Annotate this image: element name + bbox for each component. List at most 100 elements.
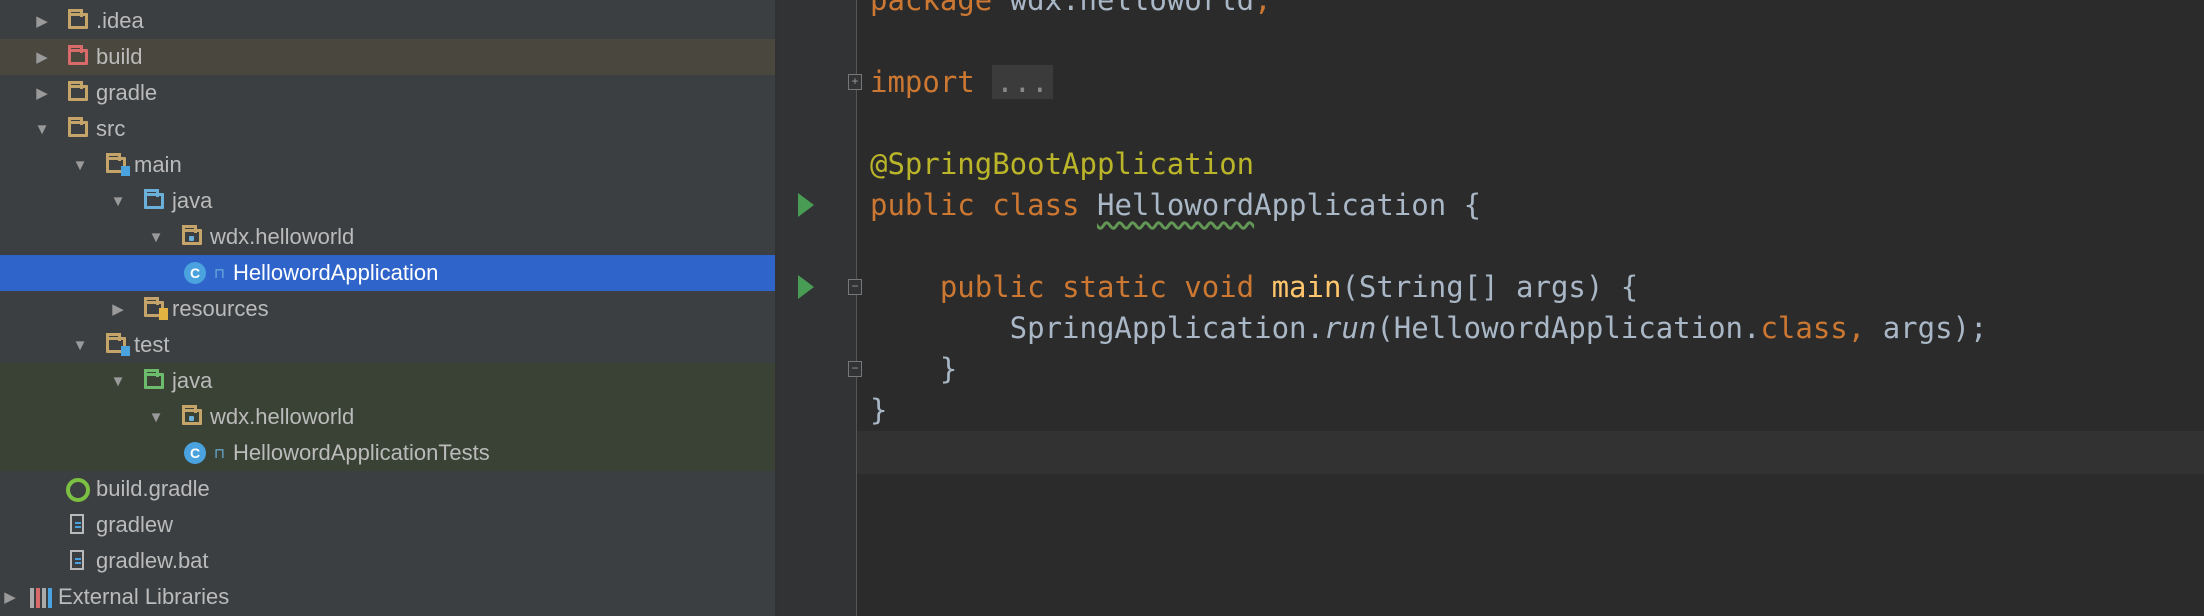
code-token: (HellowordApplication. [1376, 311, 1761, 345]
package-icon [180, 405, 206, 429]
tree-item[interactable]: ▼ src [0, 111, 775, 147]
tree-item-label: test [134, 332, 170, 357]
tree-item[interactable]: ▼ wdx.helloworld [0, 219, 775, 255]
code-token: class [1760, 311, 1848, 345]
folder-icon [66, 81, 92, 105]
class-icon: C [184, 441, 210, 465]
folder-source-icon [142, 189, 168, 213]
code-token: , [1847, 311, 1883, 345]
tree-item[interactable]: ▶ External Libraries [0, 579, 775, 615]
class-icon: C [184, 261, 210, 285]
tree-item[interactable]: gradlew.bat [0, 543, 775, 579]
code-token: import [870, 65, 993, 99]
tree-item[interactable]: ▼ java [0, 363, 775, 399]
tree-item[interactable]: build.gradle [0, 471, 775, 507]
code-token: Helloword [1096, 188, 1255, 222]
tree-item-label: gradle [96, 80, 158, 105]
tree-item-label: External Libraries [58, 584, 230, 609]
code-token: void [1184, 270, 1272, 304]
code-token: main [1271, 270, 1342, 304]
code-token: args); [1882, 311, 1988, 345]
project-tree-panel: ▶ .idea ▶ build ▶ gradle ▼ src ▼ main ▼ java ▼ wdx.he… [0, 0, 775, 616]
tree-item[interactable]: gradlew [0, 507, 775, 543]
caret-line-highlight [857, 431, 2204, 474]
code-token: SpringApplication. [870, 311, 1324, 345]
tree-item-label: HellowordApplication [232, 260, 439, 285]
editor-gutter [778, 0, 856, 616]
tree-item[interactable]: C ⊓ HellowordApplicationTests [0, 435, 775, 471]
tree-item[interactable]: ▼ java [0, 183, 775, 219]
tree-item[interactable]: ▶ gradle [0, 75, 775, 111]
code-token: public [939, 270, 1063, 304]
tree-item[interactable]: ▶ build [0, 39, 775, 75]
code-token: public [870, 188, 993, 222]
tree-item-label: .idea [96, 8, 144, 33]
code-token: static [1062, 270, 1185, 304]
folder-resources-icon [142, 297, 168, 321]
code-token: } [870, 393, 888, 427]
tree-item[interactable]: ▶ resources [0, 291, 775, 327]
tree-item-label: src [96, 116, 126, 141]
tree-item-label: HellowordApplicationTests [232, 440, 490, 465]
expand-arrow-down-icon[interactable]: ▼ [70, 335, 90, 355]
tree-item-label: gradlew [96, 512, 174, 537]
tree-item-label: gradlew.bat [96, 548, 209, 573]
folder-module-icon [104, 333, 130, 357]
code-token: class [992, 188, 1097, 222]
tree-item-label: build.gradle [96, 476, 210, 501]
folder-test-icon [142, 369, 168, 393]
tree-item[interactable]: ▼ test [0, 327, 775, 363]
folder-module-icon [104, 153, 130, 177]
code-token: run [1323, 311, 1377, 345]
code-line[interactable]: public static void main(String[] args) { [870, 267, 1638, 308]
text-file-icon [66, 549, 92, 573]
run-gutter-icon[interactable] [798, 275, 814, 299]
expand-arrow-right-icon[interactable]: ▶ [32, 83, 52, 103]
expand-arrow-down-icon[interactable]: ▼ [70, 155, 90, 175]
code-line[interactable]: } [870, 349, 957, 390]
code-token: ... [992, 65, 1053, 99]
libraries-icon [28, 585, 54, 609]
collapse-fold-icon[interactable]: − [848, 361, 862, 377]
expand-arrow-down-icon[interactable]: ▼ [146, 407, 166, 427]
folder-excluded-icon [66, 45, 92, 69]
expand-arrow-right-icon[interactable]: ▶ [32, 11, 52, 31]
folder-icon [66, 117, 92, 141]
tree-item-label: wdx.helloworld [210, 404, 355, 429]
code-token: (String[] args) { [1341, 270, 1639, 304]
tree-item[interactable]: ▼ wdx.helloworld [0, 399, 775, 435]
expand-arrow-down-icon[interactable]: ▼ [108, 191, 128, 211]
expand-arrow-down-icon[interactable]: ▼ [32, 119, 52, 139]
gutter-separator [856, 0, 857, 616]
folder-icon [66, 9, 92, 33]
code-line[interactable]: } [870, 390, 887, 431]
tree-item[interactable]: ▶ .idea [0, 3, 775, 39]
expand-arrow-right-icon[interactable]: ▶ [108, 299, 128, 319]
code-line[interactable]: import ... [870, 62, 1053, 103]
code-line[interactable]: SpringApplication.run(HellowordApplicati… [870, 308, 1988, 349]
code-line[interactable]: @SpringBootApplication [870, 144, 1254, 185]
code-token: wdx.helloworld [1009, 0, 1255, 17]
expand-arrow-right-icon[interactable]: ▶ [32, 47, 52, 67]
code-token: package [870, 0, 1010, 17]
tree-item-label: wdx.helloworld [210, 224, 355, 249]
tree-item-label: java [172, 368, 213, 393]
code-token: } [870, 352, 958, 386]
tree-item-label: java [172, 188, 213, 213]
expand-arrow-down-icon[interactable]: ▼ [146, 227, 166, 247]
code-token: ; [1254, 0, 1272, 17]
run-gutter-icon[interactable] [798, 193, 814, 217]
expand-arrow-right-icon[interactable]: ▶ [0, 587, 20, 607]
code-token: @SpringBootApplication [870, 147, 1255, 181]
code-line[interactable]: public class HellowordApplication { [870, 185, 1481, 226]
expand-fold-icon[interactable]: + [848, 74, 862, 90]
collapse-fold-icon[interactable]: − [848, 279, 862, 295]
unlocked-access-icon: ⊓ [214, 444, 225, 461]
expand-arrow-down-icon[interactable]: ▼ [108, 371, 128, 391]
tree-item-label: resources [172, 296, 269, 321]
tree-item[interactable]: ▼ main [0, 147, 775, 183]
code-line[interactable]: package wdx.helloworld; [870, 0, 1272, 21]
tree-item-label: main [134, 152, 182, 177]
tree-item[interactable]: C ⊓ HellowordApplication [0, 255, 775, 291]
